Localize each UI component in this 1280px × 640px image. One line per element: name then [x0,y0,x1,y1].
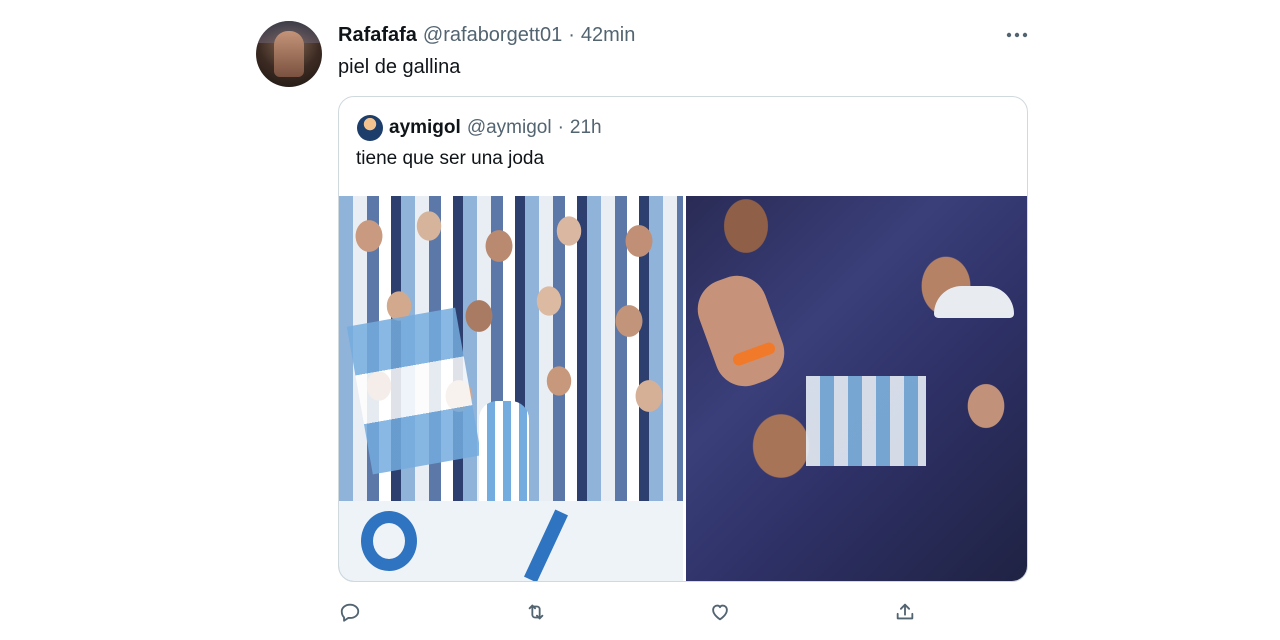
raised-hand [689,267,793,395]
fan-cap [934,286,1014,318]
quoted-tweet-header: aymigol @aymigol · 21h [389,115,602,141]
avatar-figure [274,31,304,77]
author-handle[interactable]: @rafaborgett01 [423,24,562,47]
author-name[interactable]: Rafafafa [338,24,417,47]
quoted-tweet-text: tiene que ser una joda [356,148,545,169]
tweet[interactable]: Rafafafa @rafaborgett01 · 42min piel de … [0,0,1280,640]
tweet-header: Rafafafa @rafaborgett01 · 42min [338,22,635,48]
reply-icon [340,603,360,622]
retweet-button[interactable] [522,598,550,626]
more-horizontal-icon [1006,32,1028,38]
quoted-header-separator: · [557,117,564,138]
ad-board-glyph [361,511,417,571]
share-icon [896,603,914,620]
quoted-author-name[interactable]: aymigol [389,117,461,139]
header-separator: · [568,23,575,46]
quoted-author-handle[interactable]: @aymigol [467,117,552,139]
heart-icon [712,604,728,621]
quoted-author-avatar[interactable] [357,115,383,141]
ad-board-slash [524,509,568,581]
tweet-text: piel de gallina [338,56,461,78]
quoted-tweet-time[interactable]: 21h [570,117,602,139]
retweet-icon [528,604,544,620]
author-avatar[interactable] [256,21,322,87]
quoted-media [339,196,1027,581]
tweet-time[interactable]: 42min [581,24,635,47]
crowd-flag [346,307,482,475]
media-photo-left[interactable] [339,196,683,581]
ad-board [339,501,683,581]
reply-button[interactable] [336,598,364,626]
share-button[interactable] [891,598,919,626]
action-bar [338,598,1028,630]
jersey-stripes [806,376,926,466]
more-options-button[interactable] [1000,22,1034,48]
quoted-tweet[interactable]: aymigol @aymigol · 21h tiene que ser una… [338,96,1028,582]
media-photo-right[interactable] [686,196,1027,581]
like-button[interactable] [706,598,734,626]
